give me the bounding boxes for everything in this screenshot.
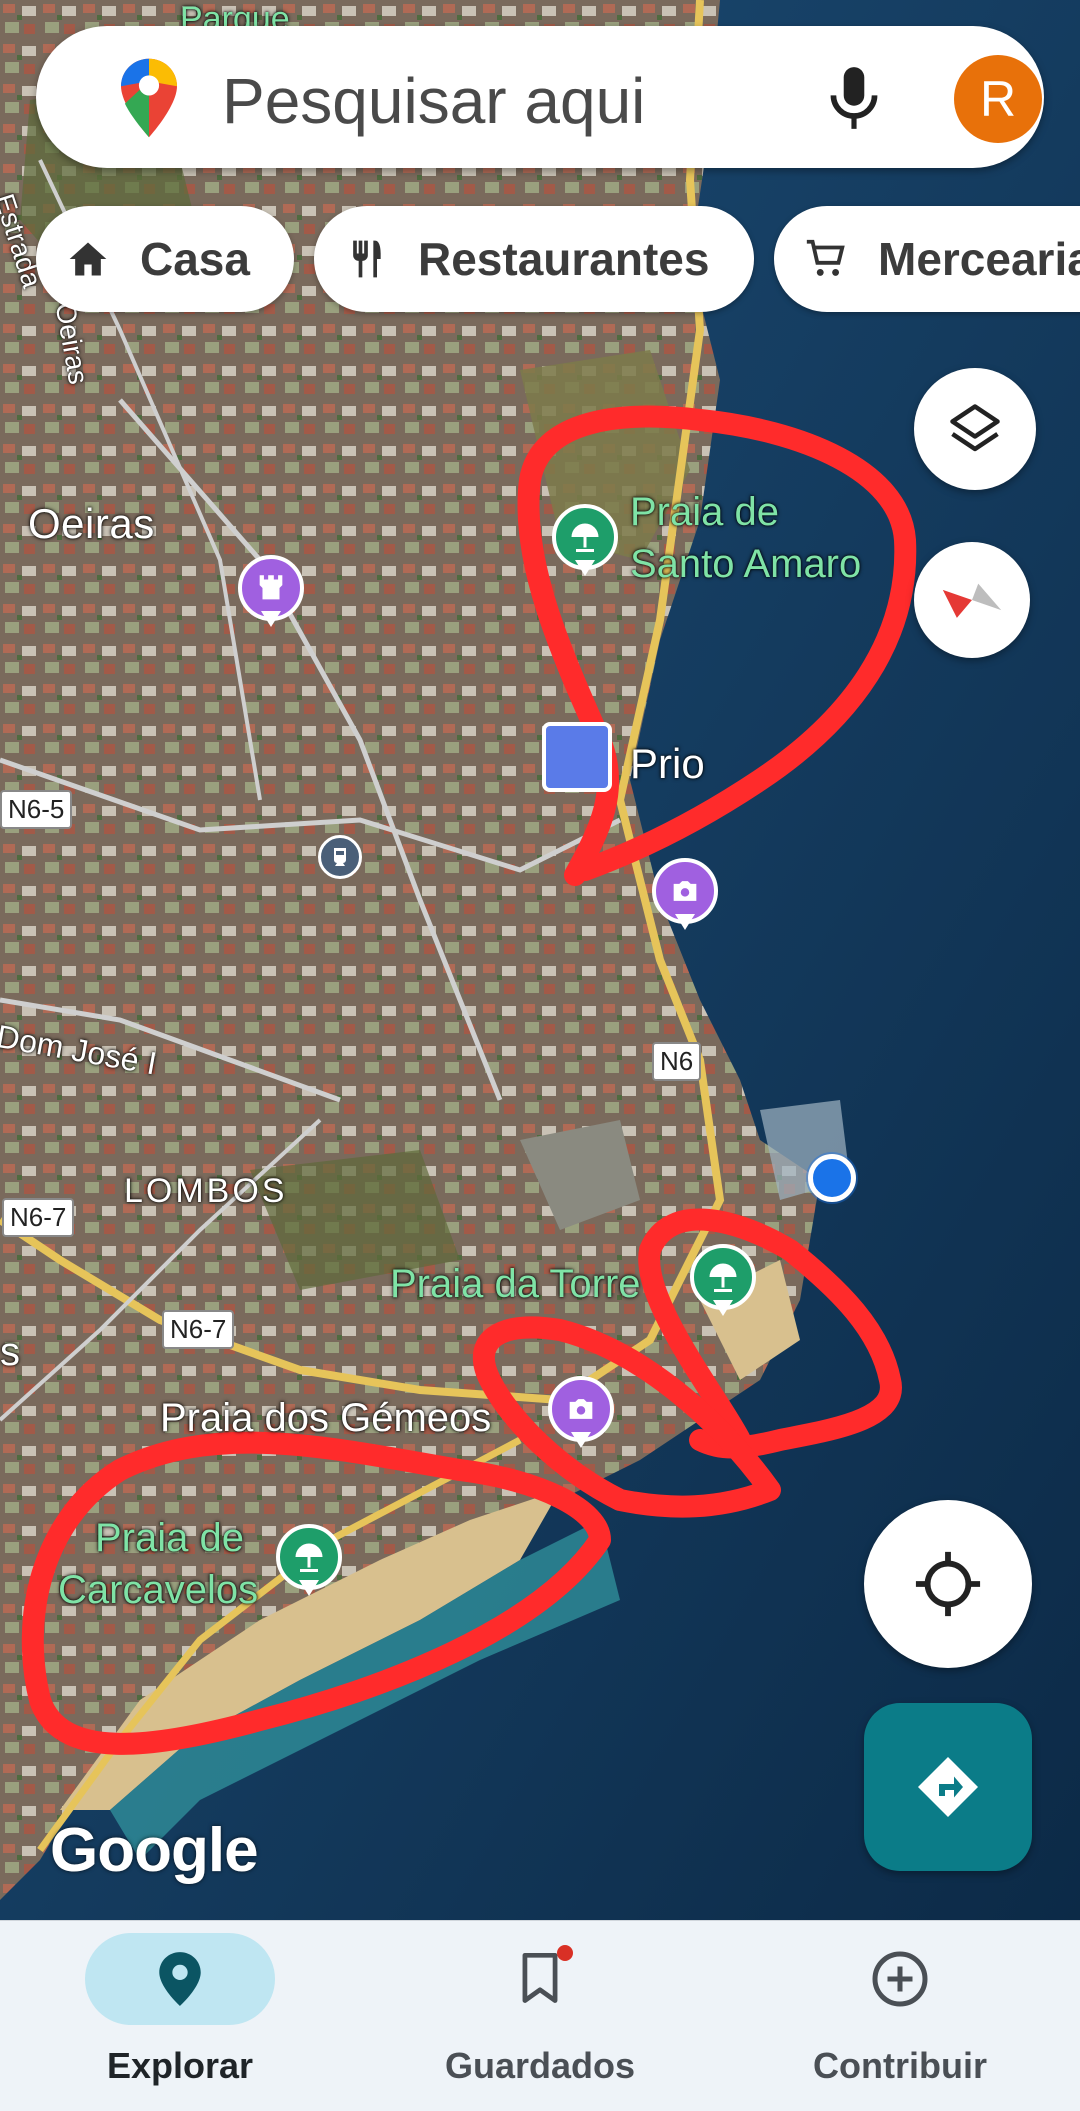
map-label-praia-dos-gemeos[interactable]: Praia dos Gémeos — [160, 1396, 491, 1441]
gas-station-pin[interactable] — [542, 722, 612, 792]
maps-logo-icon — [121, 58, 177, 138]
train-station-icon[interactable] — [318, 835, 362, 879]
map-label-praia-santo-amaro-line1[interactable]: Praia de — [630, 490, 779, 535]
nav-contribuir[interactable]: Contribuir — [720, 1921, 1080, 2111]
crosshair-icon — [915, 1551, 981, 1617]
map-label-praia-santo-amaro-line2[interactable]: Santo Amaro — [630, 542, 861, 587]
search-bar[interactable]: Pesquisar aqui R — [36, 26, 1044, 168]
nav-label-contribuir: Contribuir — [813, 2045, 987, 2086]
chip-label: Restaurantes — [418, 233, 710, 285]
road-shield-n6: N6 — [652, 1042, 702, 1081]
chip-mercearia[interactable]: Mercearia — [774, 206, 1080, 312]
chip-restaurantes[interactable]: Restaurantes — [314, 206, 754, 312]
beach-pin-carcavelos[interactable] — [276, 1524, 342, 1604]
home-icon — [62, 233, 114, 285]
chip-label: Casa — [140, 233, 250, 285]
directions-icon — [918, 1757, 978, 1817]
map-label-edge: s — [0, 1330, 20, 1374]
beach-pin-santo-amaro[interactable] — [552, 504, 618, 584]
nav-label-explorar: Explorar — [106, 2045, 254, 2086]
layers-button[interactable] — [914, 368, 1036, 490]
map-label-praia-carcavelos-line2[interactable]: Carcavelos — [58, 1568, 258, 1613]
map-label-praia-carcavelos-line1[interactable]: Praia de — [95, 1516, 244, 1561]
my-location-button[interactable] — [864, 1500, 1032, 1668]
microphone-icon[interactable] — [822, 62, 886, 134]
landmark-pin[interactable] — [238, 555, 304, 635]
nav-pill-active — [85, 1933, 275, 2025]
road-shield-n6-5: N6-5 — [0, 790, 73, 829]
beach-pin-torre[interactable] — [690, 1244, 756, 1324]
nav-guardados[interactable]: Guardados — [360, 1921, 720, 2111]
bookmark-icon — [522, 1952, 558, 2003]
road-shield-n6-7-left: N6-7 — [2, 1198, 75, 1237]
compass-button[interactable] — [914, 542, 1030, 658]
location-pin-icon — [159, 1952, 201, 2006]
nav-explorar[interactable]: Explorar — [0, 1921, 360, 2111]
map-label-lombos: LOMBOS — [124, 1172, 288, 1210]
chip-label: Mercearia — [878, 233, 1080, 285]
nav-pill — [805, 1933, 995, 2025]
photo-spot-pin-1[interactable] — [652, 858, 718, 938]
bottom-navigation: Explorar Guardados Contribuir — [0, 1920, 1080, 2111]
layers-icon — [950, 404, 1000, 452]
compass-icon — [942, 583, 1002, 618]
photo-spot-pin-2[interactable] — [548, 1376, 614, 1456]
notification-dot — [557, 1945, 573, 1961]
search-input[interactable]: Pesquisar aqui — [222, 64, 645, 138]
my-location-dot[interactable] — [808, 1154, 856, 1202]
maps-screen: Parque Oeiras Praia de Santo Amaro Prio … — [0, 0, 1080, 2111]
restaurant-icon — [340, 233, 392, 285]
nav-label-guardados: Guardados — [444, 2045, 636, 2086]
map-label-oeiras[interactable]: Oeiras — [28, 500, 155, 548]
chip-casa[interactable]: Casa — [36, 206, 294, 312]
avatar[interactable]: R — [954, 55, 1042, 143]
map-label-praia-da-torre[interactable]: Praia da Torre — [390, 1262, 641, 1307]
directions-button[interactable] — [864, 1703, 1032, 1871]
map-label-prio[interactable]: Prio — [630, 740, 705, 788]
cart-icon — [800, 233, 852, 285]
road-shield-n6-7-mid: N6-7 — [162, 1310, 235, 1349]
google-logo: Google — [50, 1816, 259, 1885]
nav-pill — [445, 1933, 635, 2025]
add-circle-icon — [872, 1951, 928, 2007]
